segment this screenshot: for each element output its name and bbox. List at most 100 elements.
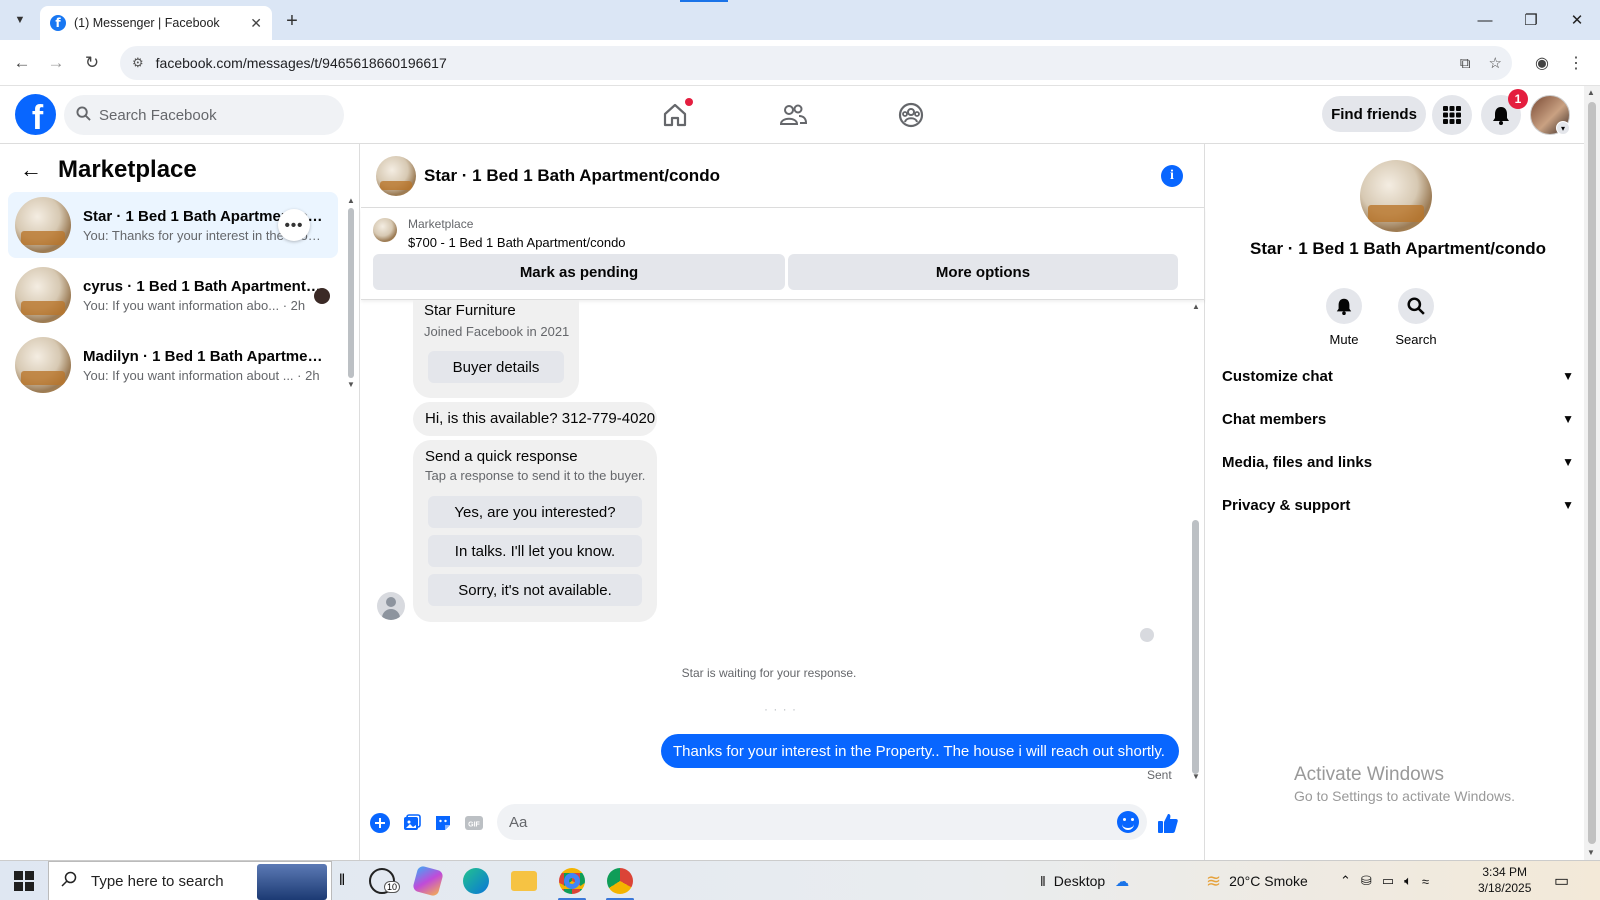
chevron-down-icon: ▼ [1562,498,1574,512]
emoji-icon[interactable] [1117,811,1139,833]
scroll-up-icon[interactable]: ▲ [1192,302,1200,311]
more-options-button[interactable]: More options [788,254,1178,290]
tab-close-icon[interactable]: ✕ [250,15,262,32]
facebook-search[interactable] [64,95,344,135]
facebook-search-input[interactable] [99,106,319,124]
chat-title[interactable]: Star · 1 Bed 1 Bath Apartment/condo [424,166,720,186]
back-button[interactable]: ← [10,51,34,75]
quick-response-option[interactable]: Yes, are you interested? [428,496,642,528]
scroll-up-icon[interactable]: ▲ [347,196,355,205]
weather-widget[interactable]: ≋ 20°C Smoke [1206,861,1308,900]
conversation-item-cyrus[interactable]: cyrus · 1 Bed 1 Bath Apartment/condo You… [8,262,338,328]
tab-title: (1) Messenger | Facebook [74,16,220,30]
sidebar-header: ← Marketplace [20,156,197,184]
mark-as-pending-button[interactable]: Mark as pending [373,254,785,290]
section-chat-members[interactable]: Chat members ▼ [1222,399,1574,439]
photo-icon[interactable] [401,812,423,834]
chevron-down-icon[interactable]: ▾ [1556,121,1570,135]
conversation-item-madilyn[interactable]: Madilyn · 1 Bed 1 Bath Apartment/condo Y… [8,332,338,398]
seen-indicator-avatar [1140,628,1154,642]
facebook-logo[interactable]: f [15,94,56,135]
section-media-files-links[interactable]: Media, files and links ▼ [1222,442,1574,482]
scroll-down-icon[interactable]: ▼ [347,380,355,389]
message-input-field[interactable] [497,804,1147,840]
onedrive-icon[interactable]: ☁ [1115,873,1129,890]
quick-response-option[interactable]: Sorry, it's not available. [428,574,642,606]
sticker-icon[interactable] [432,812,454,834]
volume-icon[interactable]: 🔈︎ [1404,873,1412,889]
site-info-icon[interactable]: ⚙ [132,55,144,71]
gif-icon[interactable]: GIF [463,812,485,834]
browser-menu-icon[interactable]: ⋮ [1564,51,1588,75]
whatsapp-taskbar-icon[interactable]: 10 [362,865,402,897]
window-close-button[interactable]: ✕ [1554,0,1600,40]
reload-button[interactable]: ↻ [80,51,104,75]
chats-sidebar: ← Marketplace Star · 1 Bed 1 Bath Apartm… [0,144,360,860]
forward-button[interactable]: → [44,51,68,75]
address-bar[interactable]: ⚙ facebook.com/messages/t/94656186601966… [120,46,1512,80]
taskbar-clock[interactable]: 3:34 PM 3/18/2025 [1478,864,1531,896]
scroll-down-icon[interactable]: ▼ [1587,848,1595,857]
chat-scrollbar[interactable]: ▲ ▼ [1191,300,1201,784]
notification-center-icon[interactable]: ▭ [1554,861,1569,900]
chevron-up-icon[interactable]: ⌃ [1340,873,1351,889]
browser-profile-icon[interactable]: ◉ [1530,51,1554,75]
window-controls: — ❐ ✕ [1462,0,1600,40]
details-title[interactable]: Star · 1 Bed 1 Bath Apartment/condo [1206,239,1590,259]
section-customize-chat[interactable]: Customize chat ▼ [1222,356,1574,396]
copilot-taskbar-icon[interactable] [408,865,448,897]
page-scrollbar[interactable]: ▲ ▼ [1584,86,1600,860]
new-tab-button[interactable]: + [280,9,304,33]
quick-response-option[interactable]: In talks. I'll let you know. [428,535,642,567]
section-privacy-support[interactable]: Privacy & support ▼ [1222,485,1574,525]
bookmark-star-icon[interactable]: ☆ [1489,54,1502,72]
nav-groups[interactable] [876,86,946,144]
edge-taskbar-icon[interactable] [456,865,496,897]
taskbar-search[interactable]: Type here to search [48,861,332,900]
listing-thumbnail[interactable] [373,218,397,242]
conversation-item-star[interactable]: Star · 1 Bed 1 Bath Apartment/condo You:… [8,192,338,258]
buyer-details-button[interactable]: Buyer details [428,351,564,383]
restore-button[interactable]: ❐ [1508,0,1554,40]
scrollbar-thumb[interactable] [348,208,354,378]
back-arrow-icon[interactable]: ← [20,157,42,183]
nav-home[interactable] [640,86,710,144]
scrollbar-thumb[interactable] [1588,102,1596,844]
scroll-down-icon[interactable]: ▼ [1192,772,1200,781]
network-status-icon[interactable]: ⛁ [1361,873,1372,889]
message-input[interactable] [509,813,1089,831]
chat-thumbnail[interactable] [376,155,416,196]
menu-grid-button[interactable] [1432,95,1472,135]
file-explorer-taskbar-icon[interactable] [504,865,544,897]
scrollbar-thumb[interactable] [1192,520,1199,774]
listing-price-title[interactable]: $700 - 1 Bed 1 Bath Apartment/condo [408,235,626,250]
clock-time: 3:34 PM [1482,865,1528,879]
wifi-icon[interactable]: ≈ [1422,874,1429,889]
desktop-toolbar[interactable]: ‖ Desktop ☁ [1040,861,1129,900]
scroll-up-icon[interactable]: ▲ [1587,88,1595,97]
details-thumbnail[interactable] [1360,160,1432,232]
install-app-icon[interactable]: ⧉ [1460,55,1471,72]
info-icon[interactable]: i [1161,165,1183,187]
mute-label: Mute [1329,332,1359,347]
find-friends-button[interactable]: Find friends [1322,96,1426,132]
search-in-chat-button[interactable]: Search [1386,288,1446,347]
chrome-profile-taskbar-icon[interactable] [600,865,640,900]
sidebar-scrollbar[interactable]: ▲ ▼ [347,196,355,389]
bell-icon [1326,288,1362,324]
sender-avatar[interactable] [377,592,405,620]
mute-button[interactable]: Mute [1314,288,1374,347]
chrome-taskbar-icon[interactable] [552,865,592,900]
windows-start-icon[interactable] [14,871,34,891]
sent-message[interactable]: Thanks for your interest in the Property… [661,734,1179,768]
battery-icon[interactable]: ▭ [1382,873,1394,889]
minimize-button[interactable]: — [1462,0,1508,40]
more-options-icon[interactable]: ••• [278,209,310,241]
thumbs-up-icon[interactable] [1157,812,1179,834]
tab-search-chevron-icon[interactable]: ▼ [8,8,32,32]
add-more-icon[interactable] [369,812,391,834]
task-view-icon[interactable]: ‖ [336,865,348,897]
browser-tab-messenger[interactable]: f (1) Messenger | Facebook ✕ [40,6,272,40]
section-label: Chat members [1222,410,1327,428]
nav-friends[interactable] [758,86,828,144]
